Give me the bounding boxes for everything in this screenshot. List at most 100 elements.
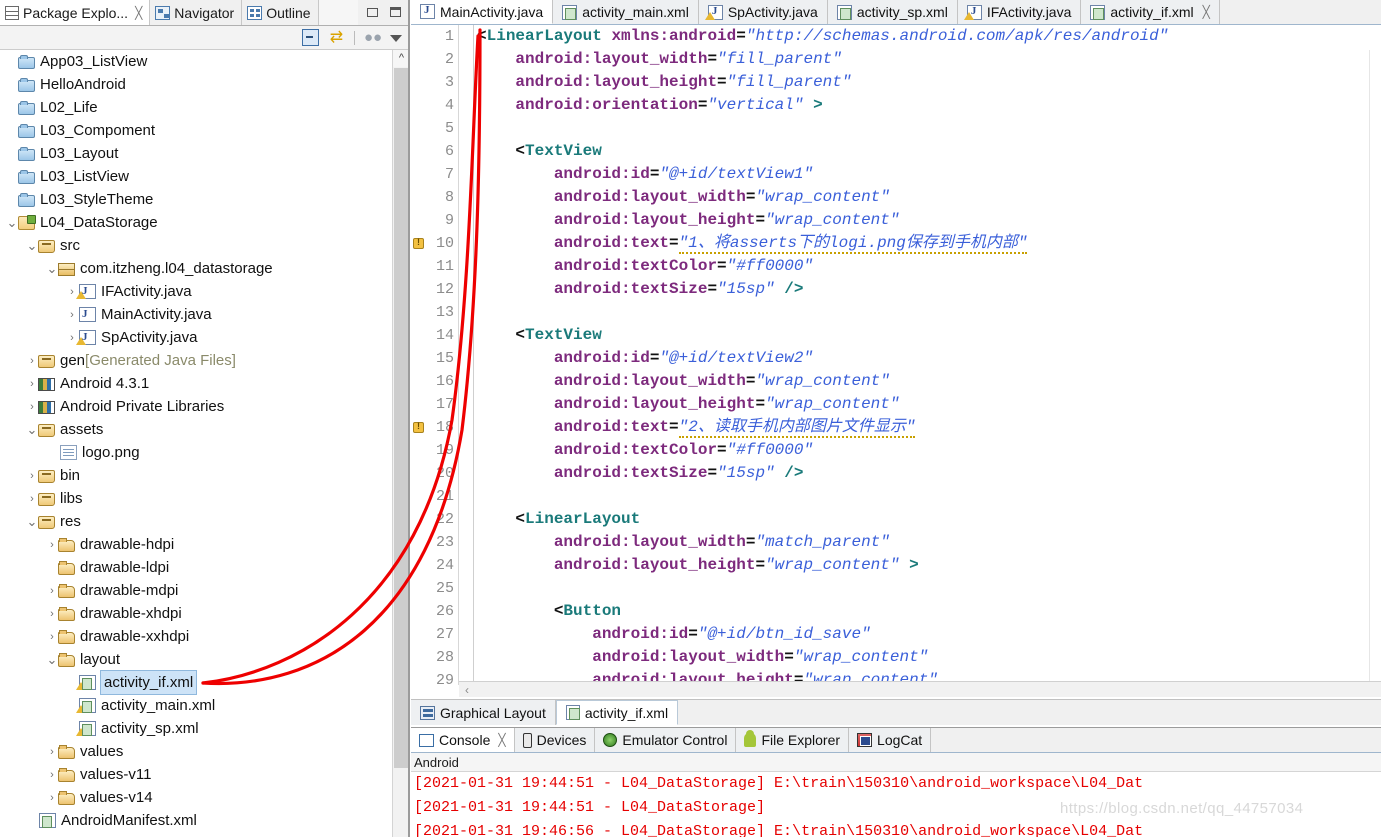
code-line[interactable]: android:layout_height="wrap_content" > — [477, 554, 1381, 577]
tree-item-drawable-xhdpi[interactable]: › drawable-xhdpi — [0, 602, 392, 625]
tree-item-android-4-3-1[interactable]: › Android 4.3.1 — [0, 372, 392, 395]
minimize-icon[interactable] — [366, 7, 379, 18]
tree-item-app03-listview[interactable]: App03_ListView — [0, 50, 392, 73]
code-line[interactable]: android:layout_height="wrap_content" — [477, 209, 1381, 232]
expand-arrow-closed-icon[interactable]: › — [46, 608, 58, 620]
project-tree[interactable]: App03_ListView HelloAndroid L02_Life L03… — [0, 50, 392, 837]
view-tab-package-explorer[interactable]: Package Explo... ╳ — [0, 0, 151, 25]
expand-arrow-open-icon[interactable]: ⌄ — [26, 515, 38, 528]
folding-column[interactable] — [460, 25, 474, 685]
code-line[interactable]: android:text="1、将asserts下的logi.png保存到手机内… — [477, 232, 1381, 255]
expand-arrow-closed-icon[interactable]: › — [26, 470, 38, 482]
tree-item-src[interactable]: ⌄ src — [0, 234, 392, 257]
code-line[interactable]: android:textColor="#ff0000" — [477, 255, 1381, 278]
code-line[interactable]: <LinearLayout — [477, 508, 1381, 531]
expand-arrow-closed-icon[interactable]: › — [46, 585, 58, 597]
code-line[interactable]: <LinearLayout xmlns:android="http://sche… — [477, 25, 1381, 48]
code-line[interactable]: android:text="2、读取手机内部图片文件显示" — [477, 416, 1381, 439]
focus-task-icon[interactable]: ●● — [364, 29, 382, 46]
code-line[interactable]: android:textSize="15sp" /> — [477, 278, 1381, 301]
tree-item-drawable-mdpi[interactable]: › drawable-mdpi — [0, 579, 392, 602]
expand-arrow-open-icon[interactable]: ⌄ — [46, 262, 58, 275]
tab-emulator-control[interactable]: Emulator Control — [595, 728, 737, 752]
code-line[interactable]: android:layout_height="fill_parent" — [477, 71, 1381, 94]
view-tab-outline[interactable]: Outline — [242, 0, 319, 25]
view-menu-icon[interactable] — [390, 35, 402, 42]
code-line[interactable] — [477, 117, 1381, 140]
code-editor[interactable]: 1234567891011121314151617181920212223242… — [411, 25, 1381, 685]
code-line[interactable]: android:layout_width="wrap_content" — [477, 186, 1381, 209]
tree-item-drawable-ldpi[interactable]: drawable-ldpi — [0, 556, 392, 579]
code-line[interactable] — [477, 485, 1381, 508]
tree-item-logo-png[interactable]: logo.png — [0, 441, 392, 464]
code-line[interactable]: android:layout_width="match_parent" — [477, 531, 1381, 554]
expand-arrow-closed-icon[interactable]: › — [46, 769, 58, 781]
tree-item-l03-listview[interactable]: L03_ListView — [0, 165, 392, 188]
editor-tab-activity-sp-xml[interactable]: activity_sp.xml — [827, 0, 958, 24]
code-line[interactable]: <Button — [477, 600, 1381, 623]
tree-item-l04-datastorage[interactable]: ⌄ L04_DataStorage — [0, 211, 392, 234]
code-line[interactable]: android:textSize="15sp" /> — [477, 462, 1381, 485]
editor-overview-ruler[interactable] — [1369, 50, 1381, 685]
editor-tab-activity-main-xml[interactable]: activity_main.xml — [553, 0, 699, 24]
expand-arrow-closed-icon[interactable]: › — [46, 539, 58, 551]
editor-tab-mainactivity-java[interactable]: MainActivity.java — [411, 0, 554, 24]
tree-item-res[interactable]: ⌄ res — [0, 510, 392, 533]
link-with-editor-icon[interactable]: ⇄ — [328, 29, 345, 46]
expand-arrow-closed-icon[interactable]: › — [46, 631, 58, 643]
tab-console[interactable]: Console ╳ — [411, 728, 515, 752]
tab-xml-source[interactable]: activity_if.xml — [555, 700, 679, 725]
tree-item-l03-layout[interactable]: L03_Layout — [0, 142, 392, 165]
tree-item-layout[interactable]: ⌄ layout — [0, 648, 392, 671]
tree-item-com-itzheng-l04-datastorage[interactable]: ⌄ com.itzheng.l04_datastorage — [0, 257, 392, 280]
tree-item-libs[interactable]: › libs — [0, 487, 392, 510]
expand-arrow-open-icon[interactable]: ⌄ — [26, 423, 38, 436]
code-line[interactable]: android:id="@+id/btn_id_save" — [477, 623, 1381, 646]
code-line[interactable]: android:id="@+id/textView1" — [477, 163, 1381, 186]
scroll-left-icon[interactable]: ‹ — [465, 683, 469, 697]
tree-item-activity-main-xml[interactable]: activity_main.xml — [0, 694, 392, 717]
expand-arrow-open-icon[interactable]: ⌄ — [46, 653, 58, 666]
expand-arrow-open-icon[interactable]: ⌄ — [6, 216, 18, 229]
collapse-all-icon[interactable] — [302, 29, 319, 46]
expand-arrow-closed-icon[interactable]: › — [26, 401, 38, 413]
tab-file-explorer[interactable]: File Explorer — [736, 728, 850, 752]
editor-horizontal-scrollbar[interactable]: ‹ — [459, 681, 1381, 697]
tree-item-bin[interactable]: › bin — [0, 464, 392, 487]
editor-tab-activity-if-xml[interactable]: activity_if.xml ╳ — [1081, 0, 1220, 24]
code-line[interactable]: android:layout_width="wrap_content" — [477, 646, 1381, 669]
tree-item-androidmanifest-xml[interactable]: AndroidManifest.xml — [0, 809, 392, 832]
code-line[interactable]: android:layout_height="wrap_content" — [477, 393, 1381, 416]
tab-logcat[interactable]: LogCat — [849, 728, 932, 752]
code-text[interactable]: <LinearLayout xmlns:android="http://sche… — [477, 25, 1381, 685]
tree-item-values-v11[interactable]: › values-v11 — [0, 763, 392, 786]
tree-item-drawable-hdpi[interactable]: › drawable-hdpi — [0, 533, 392, 556]
code-line[interactable]: android:layout_width="fill_parent" — [477, 48, 1381, 71]
tree-item-ifactivity-java[interactable]: ›IFActivity.java — [0, 280, 392, 303]
tree-item-l03-compoment[interactable]: L03_Compoment — [0, 119, 392, 142]
tree-item-gen[interactable]: › gen [Generated Java Files] — [0, 349, 392, 372]
tree-item-values-v14[interactable]: › values-v14 — [0, 786, 392, 809]
tree-item-drawable-xxhdpi[interactable]: › drawable-xxhdpi — [0, 625, 392, 648]
expand-arrow-closed-icon[interactable]: › — [46, 746, 58, 758]
code-line[interactable]: android:textColor="#ff0000" — [477, 439, 1381, 462]
code-line[interactable]: android:orientation="vertical" > — [477, 94, 1381, 117]
expand-arrow-closed-icon[interactable]: › — [26, 493, 38, 505]
tab-graphical-layout[interactable]: Graphical Layout — [411, 700, 556, 725]
tree-item-values[interactable]: › values — [0, 740, 392, 763]
tab-devices[interactable]: Devices — [514, 728, 596, 752]
tree-item-spactivity-java[interactable]: ›SpActivity.java — [0, 326, 392, 349]
close-icon[interactable]: ╳ — [1203, 5, 1210, 19]
view-tab-navigator[interactable]: Navigator — [150, 0, 243, 25]
editor-tab-spactivity-java[interactable]: SpActivity.java — [698, 0, 828, 24]
expand-arrow-closed-icon[interactable]: › — [26, 378, 38, 390]
code-line[interactable] — [477, 301, 1381, 324]
expand-arrow-closed-icon[interactable]: › — [46, 792, 58, 804]
expand-arrow-closed-icon[interactable]: › — [66, 309, 78, 321]
panel-divider[interactable] — [408, 0, 410, 837]
expand-arrow-closed-icon[interactable]: › — [26, 355, 38, 367]
code-line[interactable]: <TextView — [477, 140, 1381, 163]
maximize-icon[interactable] — [389, 7, 402, 18]
close-icon[interactable]: ╳ — [135, 6, 142, 20]
tree-item-assets[interactable]: ⌄ assets — [0, 418, 392, 441]
